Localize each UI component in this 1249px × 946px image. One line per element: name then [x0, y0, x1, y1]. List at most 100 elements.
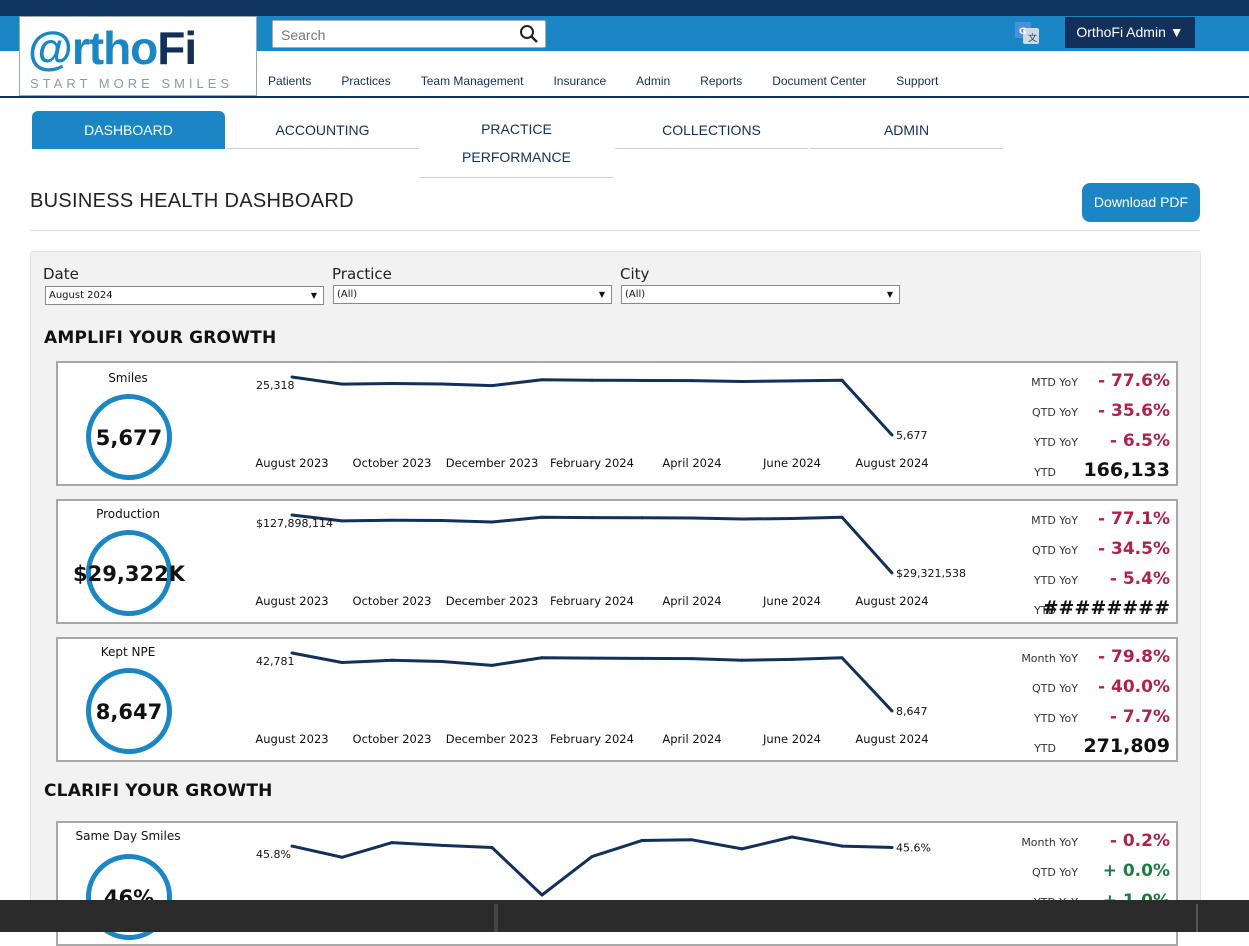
metric-row: Month YoY - 0.2%: [998, 829, 1170, 855]
nav-document-center[interactable]: Document Center: [772, 74, 866, 88]
metric-value: - 6.5%: [1109, 431, 1170, 451]
end-value-label: 5,677: [896, 429, 928, 442]
data-point: [590, 855, 594, 859]
page-title: BUSINESS HEALTH DASHBOARD: [30, 190, 354, 212]
sparkline-chart: $127,898,114 $29,321,538 August 2023 Octobe…: [255, 513, 966, 608]
data-point: [540, 515, 544, 519]
data-point: [690, 379, 694, 383]
series-line: [291, 513, 894, 575]
metric-value: - 5.4%: [1109, 569, 1170, 589]
google-translate-icon[interactable]: G 文: [1015, 22, 1041, 44]
x-tick-label: April 2024: [662, 456, 721, 470]
data-point: [840, 844, 844, 848]
series-line: [291, 651, 894, 713]
tab-admin[interactable]: ADMIN: [810, 111, 1003, 149]
kept-npe-card: Kept NPE 8,647 42,781 8,647 August 2023 Oct…: [56, 637, 1178, 762]
x-tick-label: April 2024: [662, 732, 721, 746]
nav-reports[interactable]: Reports: [700, 74, 742, 88]
tab-practice-performance[interactable]: PRACTICE PERFORMANCE: [420, 111, 613, 178]
tab-dashboard[interactable]: DASHBOARD: [32, 111, 225, 149]
metric-value: 271,809: [1083, 735, 1170, 757]
city-filter-label: City: [620, 265, 650, 283]
metric-value: - 7.7%: [1109, 707, 1170, 727]
taskbar-divider: [494, 904, 498, 932]
practice-filter-select[interactable]: (All) ▼: [333, 285, 612, 304]
start-value-label: 42,781: [256, 655, 295, 668]
x-tick-label: August 2024: [855, 594, 928, 608]
x-tick-label: February 2024: [550, 456, 634, 470]
data-point: [390, 382, 394, 386]
data-point: [740, 658, 744, 662]
metric-row: MTD YoY - 77.1%: [998, 507, 1170, 533]
metric-value: - 79.8%: [1098, 647, 1170, 667]
kpi-value: 5,677: [95, 426, 163, 450]
x-tick-label: August 2023: [255, 732, 328, 746]
data-point: [890, 433, 894, 437]
metric-label: YTD YoY: [1033, 712, 1078, 725]
amplifi-section-title: AMPLIFI YOUR GROWTH: [44, 328, 277, 348]
nav-patients[interactable]: Patients: [268, 74, 311, 88]
chevron-down-icon: ▼: [886, 290, 893, 299]
x-tick-label: August 2023: [255, 594, 328, 608]
metric-row: YTD YoY - 6.5%: [998, 429, 1170, 455]
city-filter-select[interactable]: (All) ▼: [621, 285, 900, 304]
metric-value: - 0.2%: [1109, 831, 1170, 851]
metric-row: YTD YoY - 7.7%: [998, 705, 1170, 731]
x-tick-label: December 2023: [446, 732, 539, 746]
header-divider: [0, 96, 1249, 98]
data-point: [590, 516, 594, 520]
tab-collections-label: COLLECTIONS: [662, 122, 761, 138]
nav-insurance[interactable]: Insurance: [553, 74, 606, 88]
date-filter-label: Date: [43, 265, 79, 283]
start-value-label: $127,898,114: [256, 517, 333, 530]
x-tick-label: February 2024: [550, 732, 634, 746]
nav-support[interactable]: Support: [896, 74, 938, 88]
x-tick-label: December 2023: [446, 594, 539, 608]
nav-practices[interactable]: Practices: [341, 74, 390, 88]
x-tick-label: April 2024: [662, 594, 721, 608]
production-card: Production $29,322K $127,898,114 $29,321,…: [56, 499, 1178, 624]
kpi-value: $29,322K: [73, 562, 185, 586]
x-tick-label: October 2023: [353, 732, 432, 746]
search-icon[interactable]: [519, 24, 539, 44]
data-point: [490, 845, 494, 849]
download-pdf-button[interactable]: Download PDF: [1082, 183, 1200, 222]
metric-row: YTD 271,809: [998, 735, 1170, 761]
data-point: [340, 855, 344, 859]
kpi-value: 8,647: [95, 700, 163, 724]
search-input[interactable]: [279, 25, 513, 45]
practice-filter-label: Practice: [332, 265, 392, 283]
browser-top-strip: [0, 0, 1249, 16]
tab-accounting-label: ACCOUNTING: [275, 122, 370, 138]
metric-label: QTD YoY: [1031, 682, 1078, 695]
tab-admin-label: ADMIN: [883, 122, 930, 138]
metric-label: YTD: [1034, 466, 1056, 479]
logo-wordmark: @rthoFi: [28, 22, 197, 74]
data-point: [640, 656, 644, 660]
date-filter-select[interactable]: August 2024 ▼: [45, 286, 324, 305]
metric-row: YTD YoY - 5.4%: [998, 567, 1170, 593]
tab-collections[interactable]: COLLECTIONS: [615, 111, 808, 149]
end-value-label: 45.6%: [896, 841, 931, 854]
nav-admin[interactable]: Admin: [636, 74, 670, 88]
metric-value: - 34.5%: [1098, 539, 1170, 559]
data-point: [790, 657, 794, 661]
dashboard-tabs: DASHBOARD ACCOUNTING PRACTICE PERFORMANC…: [32, 111, 1032, 181]
kpi-ring: $29,322K: [73, 530, 185, 616]
kpi-ring: 8,647: [86, 668, 172, 754]
data-point: [590, 656, 594, 660]
metric-value: ########: [1042, 597, 1170, 619]
data-point: [890, 709, 894, 713]
x-tick-label: October 2023: [353, 456, 432, 470]
logo-tagline: START MORE SMILES: [30, 76, 234, 91]
data-point: [540, 893, 544, 897]
metric-value: - 77.6%: [1098, 371, 1170, 391]
admin-menu-button[interactable]: OrthoFi Admin ▼: [1065, 17, 1195, 48]
nav-team-management[interactable]: Team Management: [421, 74, 524, 88]
tab-accounting[interactable]: ACCOUNTING: [226, 111, 419, 149]
metric-label: QTD YoY: [1031, 544, 1078, 557]
orthofi-logo[interactable]: @rthoFi START MORE SMILES: [19, 16, 257, 96]
metric-row: QTD YoY - 34.5%: [998, 537, 1170, 563]
metric-label: YTD: [1034, 742, 1056, 755]
tab-dashboard-label: DASHBOARD: [84, 122, 173, 138]
